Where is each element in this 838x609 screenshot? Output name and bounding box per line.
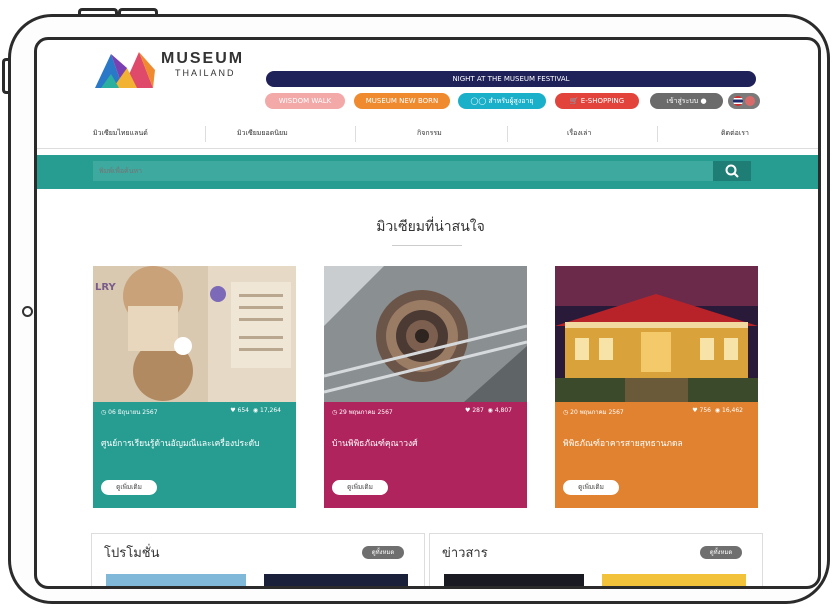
search-input[interactable] (93, 161, 713, 181)
news-thumb[interactable] (444, 574, 584, 586)
news-panel: ข่าวสาร ดูทั้งหมด (429, 533, 763, 586)
search-button[interactable] (713, 161, 751, 181)
e-shopping-label: E-SHOPPING (580, 97, 625, 105)
login-label: เข้าสู่ระบบ (666, 97, 699, 105)
brand-text: MUSEUM THAILAND (161, 50, 244, 78)
clock-icon: ◷ (332, 409, 338, 416)
tablet-home-button (22, 306, 33, 317)
card-views: 4,807 (494, 407, 512, 414)
card-likes: 756 (699, 407, 711, 414)
museum-new-born-button[interactable]: MUSEUM NEW BORN (354, 93, 450, 109)
card-date: 29 พฤษภาคม 2567 (339, 409, 393, 416)
glasses-icon: ◯◯ (470, 97, 489, 105)
museum-card[interactable]: ◷ 20 พฤษภาคม 2567 ♥ 756 ◉ 16,462 พิพิธภั… (555, 266, 758, 508)
english-flag-icon (745, 96, 756, 106)
news-thumb[interactable] (602, 574, 746, 586)
promotion-thumb[interactable] (106, 574, 246, 586)
nav-divider (205, 126, 206, 142)
search-bar (37, 155, 818, 189)
card-likes: 287 (472, 407, 484, 414)
see-more-button[interactable]: ดูเพิ่มเติม (563, 480, 619, 495)
card-stats: ♥ 654 ◉ 17,264 (230, 407, 281, 414)
title-underline (392, 245, 462, 246)
nav-divider (355, 126, 356, 142)
promotion-thumb[interactable] (264, 574, 408, 586)
nav-divider (657, 126, 658, 142)
promotion-title: โปรโมชั่น (104, 546, 160, 561)
screen: MUSEUM THAILAND NIGHT AT THE MUSEUM FEST… (34, 37, 821, 589)
login-button[interactable]: เข้าสู่ระบบ ● (650, 93, 723, 109)
user-icon: ● (700, 97, 707, 105)
card-views: 17,264 (260, 407, 281, 414)
card-image (93, 266, 296, 402)
elderly-label: สำหรับผู้สูงอายุ (488, 97, 534, 105)
section-title: มิวเซียมที่น่าสนใจ (376, 219, 485, 235)
promotion-panel: โปรโมชั่น ดูทั้งหมด (91, 533, 425, 586)
card-date: 20 พฤษภาคม 2567 (570, 409, 624, 416)
clock-icon: ◷ (563, 409, 569, 416)
card-meta: ◷ 29 พฤษภาคม 2567 ♥ 287 ◉ 4,807 (332, 407, 520, 417)
eye-icon: ◉ (487, 407, 493, 414)
card-image (324, 266, 527, 402)
thai-flag-icon (732, 96, 743, 106)
card-date: 06 มิถุนายน 2567 (108, 409, 158, 416)
card-stats: ♥ 287 ◉ 4,807 (465, 407, 512, 414)
nav-stories[interactable]: เรื่องเล่า (567, 128, 591, 139)
main-nav: มิวเซียมไทยแลนด์ มิวเซียมยอดนิยม กิจกรรม… (37, 120, 818, 149)
news-see-all-button[interactable]: ดูทั้งหมด (700, 546, 742, 559)
nav-divider (507, 126, 508, 142)
e-shopping-button[interactable]: 🛒 E-SHOPPING (555, 93, 639, 109)
promotion-see-all-button[interactable]: ดูทั้งหมด (362, 546, 404, 559)
heart-icon: ♥ (230, 407, 236, 414)
news-title: ข่าวสาร (442, 546, 488, 561)
cart-icon: 🛒 (569, 97, 579, 105)
card-likes: 654 (237, 407, 249, 414)
nav-museum-thailand[interactable]: มิวเซียมไทยแลนด์ (93, 128, 148, 139)
card-title[interactable]: พิพิธภัณฑ์อาคารสายสุทธานภดล (563, 436, 753, 450)
wisdom-walk-button[interactable]: WISDOM WALK (265, 93, 345, 109)
see-more-button[interactable]: ดูเพิ่มเติม (332, 480, 388, 495)
clock-icon: ◷ (101, 409, 107, 416)
card-meta: ◷ 06 มิถุนายน 2567 ♥ 654 ◉ 17,264 (101, 407, 289, 417)
nav-activities[interactable]: กิจกรรม (417, 128, 442, 139)
card-image-text: LRY (95, 282, 116, 293)
card-image (555, 266, 758, 402)
see-more-button[interactable]: ดูเพิ่มเติม (101, 480, 157, 495)
card-title[interactable]: ศูนย์การเรียนรู้ด้านอัญมณีและเครื่องประด… (101, 436, 291, 450)
language-toggle[interactable] (728, 93, 760, 109)
eye-icon: ◉ (714, 407, 721, 414)
elderly-button[interactable]: ◯◯ สำหรับผู้สูงอายุ (458, 93, 546, 109)
card-stats: ♥ 756 ◉ 16,462 (692, 407, 743, 414)
nav-popular-museums[interactable]: มิวเซียมยอดนิยม (237, 128, 288, 139)
heart-icon: ♥ (692, 407, 698, 414)
card-title[interactable]: บ้านพิพิธภัณฑ์คุณาวงศ์ (332, 436, 522, 450)
brand-sub: THAILAND (175, 68, 236, 78)
nav-contact[interactable]: ติดต่อเรา (721, 128, 749, 139)
museum-card[interactable]: LRY ◷ 06 มิถุนายน 2567 ♥ 654 ◉ 17,264 ศู… (93, 266, 296, 508)
festival-banner[interactable]: NIGHT AT THE MUSEUM FESTIVAL (266, 71, 756, 87)
eye-icon: ◉ (252, 407, 259, 414)
heart-icon: ♥ (465, 407, 471, 414)
museum-card[interactable]: ◷ 29 พฤษภาคม 2567 ♥ 287 ◉ 4,807 บ้านพิพิ… (324, 266, 527, 508)
card-meta: ◷ 20 พฤษภาคม 2567 ♥ 756 ◉ 16,462 (563, 407, 751, 417)
brand-name: MUSEUM (161, 50, 245, 67)
card-views: 16,462 (722, 407, 743, 414)
search-icon (725, 164, 739, 178)
